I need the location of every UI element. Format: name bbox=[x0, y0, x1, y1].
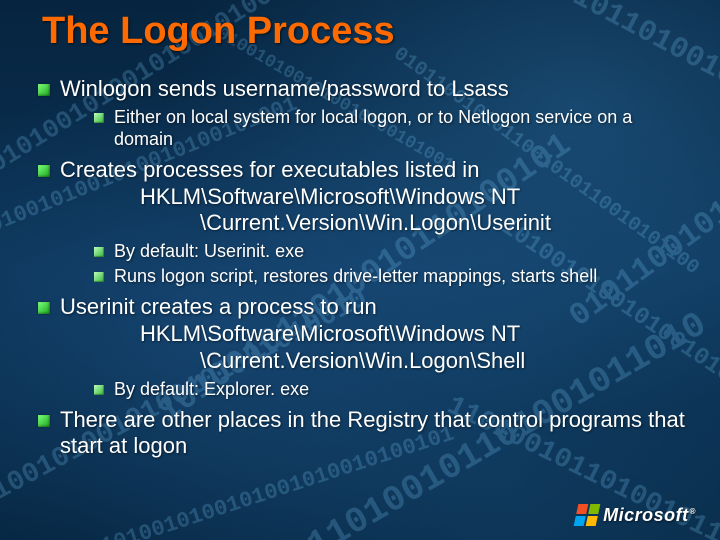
bullet-level1: Userinit creates a process to run HKLM\S… bbox=[34, 294, 692, 374]
bullet-continuation: \Current.Version\Win.Logon\Shell bbox=[60, 348, 692, 375]
logo-text: Microsoft® bbox=[603, 505, 696, 526]
slide: 010100101001010010100101001 101101001011… bbox=[0, 0, 720, 540]
bullet-continuation: \Current.Version\Win.Logon\Userinit bbox=[60, 210, 692, 237]
slide-content: Winlogon sends username/password to Lsas… bbox=[34, 70, 692, 464]
bullet-text: Creates processes for executables listed… bbox=[60, 157, 479, 182]
bullet-continuation: HKLM\Software\Microsoft\Windows NT bbox=[60, 321, 692, 348]
bullet-text: Winlogon sends username/password to Lsas… bbox=[60, 76, 509, 101]
bullet-level2: Runs logon script, restores drive-letter… bbox=[92, 266, 692, 288]
bullet-text: Userinit creates a process to run bbox=[60, 294, 377, 319]
bullet-level2: By default: Explorer. exe bbox=[92, 379, 692, 401]
bullet-text: By default: Userinit. exe bbox=[114, 241, 304, 261]
bullet-text: By default: Explorer. exe bbox=[114, 379, 309, 399]
bullet-text: Either on local system for local logon, … bbox=[114, 107, 632, 149]
bullet-continuation: HKLM\Software\Microsoft\Windows NT bbox=[60, 184, 692, 211]
bullet-text: Runs logon script, restores drive-letter… bbox=[114, 266, 597, 286]
slide-title: The Logon Process bbox=[42, 10, 395, 53]
microsoft-logo: Microsoft® bbox=[576, 504, 696, 526]
bullet-level1: Winlogon sends username/password to Lsas… bbox=[34, 76, 692, 103]
bullet-level2: By default: Userinit. exe bbox=[92, 241, 692, 263]
microsoft-flag-icon bbox=[574, 504, 601, 526]
bullet-level2: Either on local system for local logon, … bbox=[92, 107, 692, 151]
bullet-level1: There are other places in the Registry t… bbox=[34, 407, 692, 461]
bullet-text: There are other places in the Registry t… bbox=[60, 407, 685, 459]
bullet-level1: Creates processes for executables listed… bbox=[34, 157, 692, 237]
